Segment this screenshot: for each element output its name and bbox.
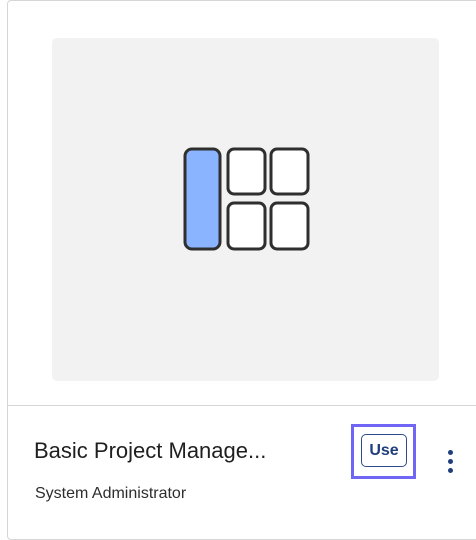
board-layout-icon [183,147,310,251]
template-card[interactable]: Basic Project Manage... System Administr… [7,0,476,540]
kebab-menu-icon[interactable] [444,450,456,480]
template-title: Basic Project Manage... [34,438,267,463]
template-thumbnail [52,38,439,381]
use-button[interactable]: Use [361,434,407,467]
thumbnail-area [8,1,476,406]
template-owner: System Administrator [35,485,187,502]
